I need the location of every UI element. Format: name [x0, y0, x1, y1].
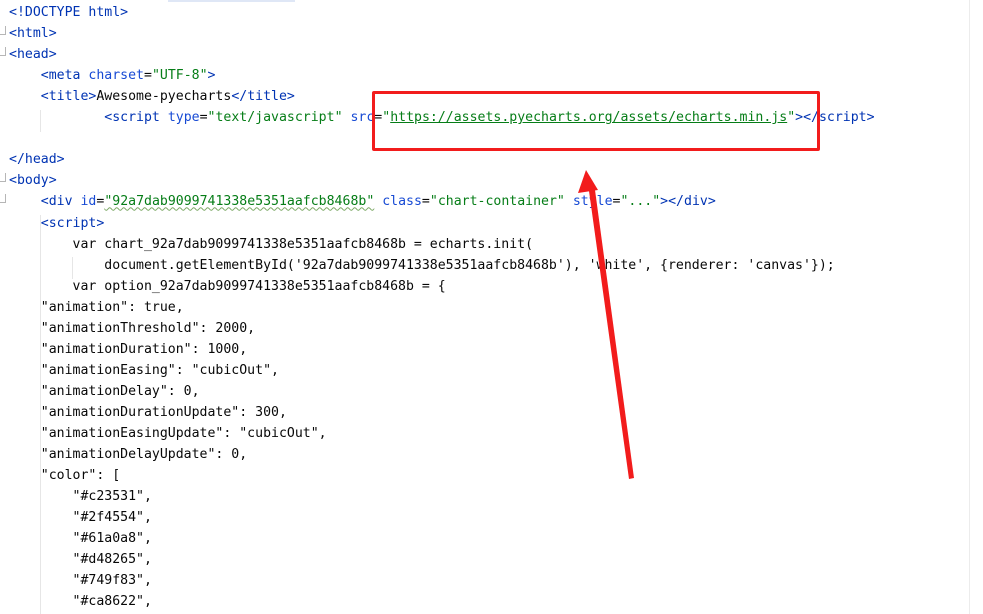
annotation-arrow-icon: [578, 170, 634, 479]
arrow-shaft: [589, 190, 634, 479]
arrow-head: [578, 170, 598, 193]
